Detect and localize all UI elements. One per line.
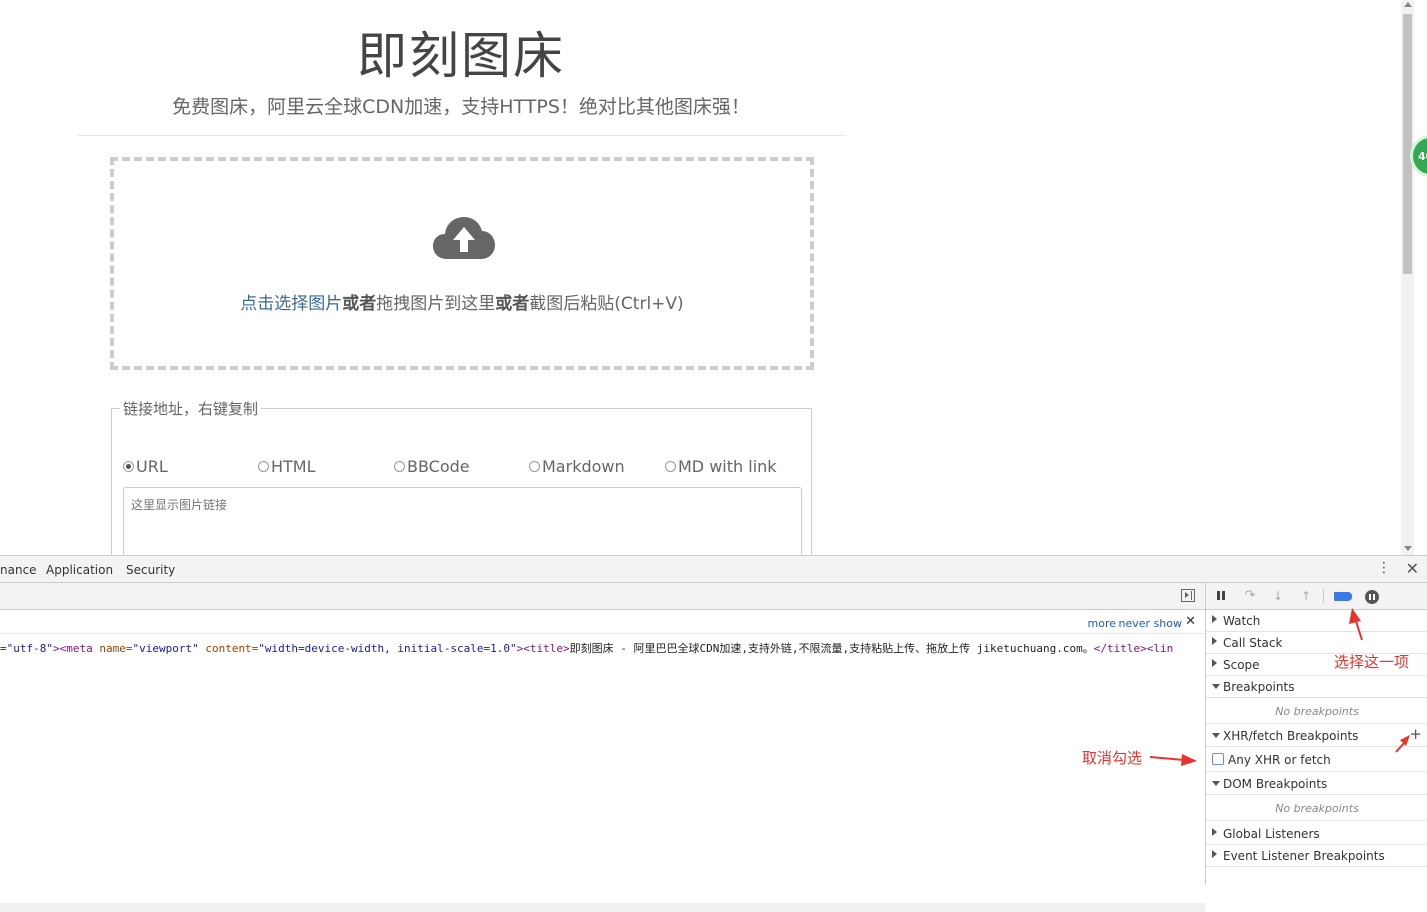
code-token: ><meta [52, 642, 100, 655]
radio-dot[interactable] [258, 461, 269, 472]
section-watch[interactable]: Watch [1206, 610, 1427, 632]
scroll-thumb[interactable] [1403, 14, 1412, 274]
sources-editor-pane: more never show ✕ ="utf-8"><meta name="v… [0, 583, 1205, 912]
code-token: </title><lin [1093, 642, 1174, 655]
upload-dropzone[interactable]: 点击选择图片或者拖拽图片到这里或者截图后粘贴(Ctrl+V) [110, 157, 814, 370]
step-out-icon[interactable]: ↑ [1298, 588, 1314, 604]
tab-performance[interactable]: nance [0, 563, 37, 577]
editor-infobar: more never show ✕ [0, 610, 1205, 634]
pause-on-exceptions-icon[interactable] [1365, 590, 1379, 604]
select-image-link[interactable]: 点击选择图片 [240, 294, 342, 314]
section-label: Scope [1223, 658, 1260, 672]
add-xhr-breakpoint-icon[interactable]: + [1409, 725, 1422, 743]
step-into-icon[interactable]: ↓ [1270, 588, 1286, 604]
format-radio-group: URL HTML BBCode Markdown MD with link [123, 457, 803, 479]
radio-dot[interactable] [123, 461, 134, 472]
annotation-uncheck: 取消勾选 [1082, 749, 1143, 767]
tab-application[interactable]: Application [46, 563, 113, 577]
code-token: content= [198, 642, 259, 655]
source-code-line[interactable]: ="utf-8"><meta name="viewport" content="… [0, 640, 1205, 656]
step-over-icon[interactable]: ↷ [1242, 588, 1258, 604]
section-global-listeners[interactable]: Global Listeners [1206, 823, 1427, 845]
no-dom-breakpoints-message: No breakpoints [1206, 795, 1427, 821]
radio-label: HTML [271, 457, 316, 476]
section-event-listener-breakpoints[interactable]: Event Listener Breakpoints [1206, 845, 1427, 867]
collapse-arrow-icon [1212, 781, 1220, 786]
expand-arrow-icon [1212, 659, 1217, 667]
expand-arrow-icon [1212, 850, 1217, 858]
radio-dot[interactable] [529, 461, 540, 472]
web-page: 即刻图床 免费图床，阿里云全球CDN加速，支持HTTPS！绝对比其他图床强！ 点… [0, 0, 1414, 555]
pause-icon[interactable] [1214, 588, 1230, 604]
link-panel-legend: 链接地址，右键复制 [123, 400, 259, 418]
toolbar-separator [1323, 589, 1324, 603]
code-token: "width=device-width, initial-scale=1.0" [258, 642, 517, 655]
divider [78, 135, 846, 136]
expand-arrow-icon [1212, 615, 1217, 623]
collapse-arrow-icon [1212, 733, 1220, 738]
horizontal-scrollbar[interactable] [0, 903, 1205, 912]
link-panel: 链接地址，右键复制 URL HTML BBCode Markdown MD wi… [111, 398, 812, 555]
radio-html[interactable]: HTML [258, 457, 316, 476]
never-show-link[interactable]: never show [1119, 617, 1182, 630]
section-label: Breakpoints [1223, 680, 1295, 694]
radio-label: Markdown [542, 457, 625, 476]
radio-label: BBCode [407, 457, 470, 476]
section-label: Call Stack [1223, 636, 1283, 650]
radio-dot[interactable] [665, 461, 676, 472]
code-token: "viewport" [132, 642, 199, 655]
section-label: Global Listeners [1223, 827, 1320, 841]
site-subtitle: 免费图床，阿里云全球CDN加速，支持HTTPS！绝对比其他图床强！ [172, 96, 750, 118]
image-link-output[interactable] [123, 487, 802, 555]
section-label: XHR/fetch Breakpoints [1223, 729, 1359, 743]
debugger-sidebar: ↷ ↓ ↑ Watch Call Stack Scope Breakpoints… [1205, 583, 1427, 885]
any-xhr-checkbox[interactable] [1212, 753, 1224, 765]
collapse-arrow-icon [1212, 684, 1220, 689]
page-scrollbar[interactable] [1401, 0, 1414, 555]
drag-text: 拖拽图片到这里 [376, 294, 496, 314]
close-infobar-icon[interactable]: ✕ [1185, 614, 1196, 629]
tab-security[interactable]: Security [126, 563, 175, 577]
close-devtools-icon[interactable]: ✕ [1406, 559, 1419, 578]
more-link[interactable]: more [1088, 617, 1117, 630]
radio-md-with-link[interactable]: MD with link [665, 457, 777, 476]
expand-arrow-icon [1212, 637, 1217, 645]
scroll-up-arrow-icon[interactable] [1404, 2, 1412, 7]
code-token: ="utf-8" [0, 642, 53, 655]
radio-label: MD with link [678, 457, 777, 476]
site-title: 即刻图床 [357, 27, 565, 85]
or-text: 或者 [342, 294, 377, 314]
radio-dot[interactable] [394, 461, 405, 472]
expand-arrow-icon [1212, 828, 1217, 836]
toggle-debugger-pane-icon[interactable] [1181, 589, 1195, 602]
annotation-select-this: 选择这一项 [1334, 653, 1410, 671]
any-xhr-label: Any XHR or fetch [1228, 753, 1331, 767]
code-token: name= [99, 642, 133, 655]
scroll-down-arrow-icon[interactable] [1404, 546, 1412, 551]
or-text: 或者 [495, 294, 530, 314]
radio-markdown[interactable]: Markdown [529, 457, 625, 476]
radio-label: URL [136, 457, 168, 476]
no-breakpoints-message: No breakpoints [1206, 698, 1427, 724]
dropzone-instructions: 点击选择图片或者拖拽图片到这里或者截图后粘贴(Ctrl+V) [114, 289, 810, 314]
deactivate-breakpoints-icon[interactable] [1334, 592, 1352, 601]
radio-bbcode[interactable]: BBCode [394, 457, 470, 476]
any-xhr-row[interactable]: Any XHR or fetch [1206, 748, 1427, 772]
paste-text: 截图后粘贴(Ctrl+V) [529, 294, 684, 314]
devtools-panel: nance Application Security ⋮ ✕ more neve… [0, 555, 1427, 912]
devtools-tab-bar: nance Application Security ⋮ ✕ [0, 556, 1427, 583]
editor-toolbar [0, 583, 1205, 610]
section-breakpoints[interactable]: Breakpoints [1206, 676, 1427, 698]
radio-url[interactable]: URL [123, 457, 168, 476]
section-label: Watch [1223, 614, 1261, 628]
cloud-upload-icon [433, 217, 495, 259]
debugger-toolbar: ↷ ↓ ↑ [1206, 583, 1427, 610]
section-xhr-breakpoints[interactable]: XHR/fetch Breakpoints + [1206, 725, 1427, 747]
more-options-icon[interactable]: ⋮ [1377, 560, 1391, 576]
code-token: 即刻图床 - 阿里巴巴全球CDN加速,支持外链,不限流量,支持粘贴上传、拖放上传… [569, 642, 1094, 655]
code-token: ><title> [516, 642, 570, 655]
section-label: Event Listener Breakpoints [1223, 849, 1385, 863]
section-label: DOM Breakpoints [1223, 777, 1328, 791]
section-dom-breakpoints[interactable]: DOM Breakpoints [1206, 773, 1427, 795]
